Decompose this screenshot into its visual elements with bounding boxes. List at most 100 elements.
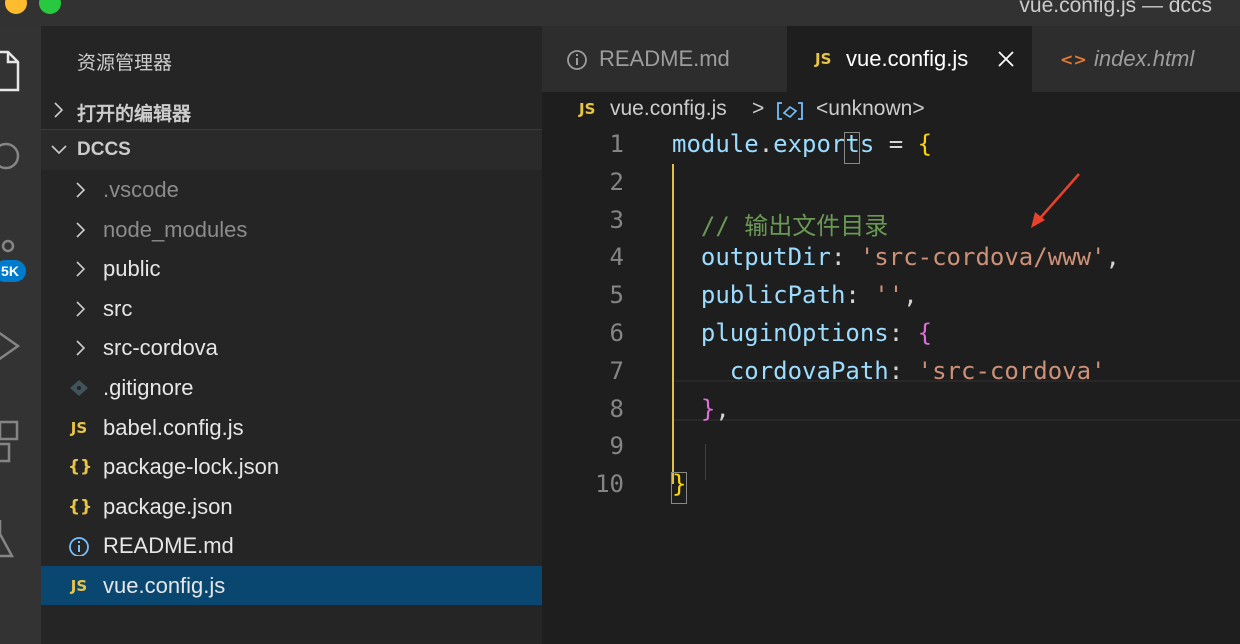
- tree-item[interactable]: src: [41, 289, 542, 328]
- tree-item-label: .vscode: [103, 177, 179, 202]
- code-token: ,: [1105, 243, 1120, 272]
- line-number: 10: [595, 470, 624, 499]
- line-number: 8: [609, 394, 624, 423]
- code-token: 'src-cordova/www': [859, 243, 1106, 272]
- js-file-icon: JS: [70, 418, 88, 437]
- bracket-match-highlight: [844, 132, 861, 164]
- search-icon[interactable]: [0, 136, 41, 176]
- dccs-folder-section[interactable]: DCCS: [41, 129, 542, 170]
- line-number: 1: [609, 130, 624, 158]
- code-token: .: [758, 130, 774, 158]
- tree-item[interactable]: JS vue.config.js: [41, 566, 542, 605]
- code-token: {: [917, 130, 933, 158]
- window-title: vue.config.js — dccs: [1019, 0, 1212, 17]
- code-line[interactable]: // 输出文件目录: [672, 206, 888, 241]
- code-line[interactable]: outputDir: 'src-cordova/www',: [672, 243, 1120, 271]
- git-icon: [70, 380, 88, 396]
- chevron-right-icon: [76, 340, 86, 356]
- breadcrumb-file[interactable]: vue.config.js: [610, 97, 727, 121]
- tree-item[interactable]: .gitignore: [41, 368, 542, 407]
- json-file-icon: {}: [68, 457, 93, 478]
- line-number: 7: [609, 356, 624, 385]
- breadcrumb: JS vue.config.js > <unknown>: [542, 92, 1240, 128]
- json-file-icon: {}: [68, 496, 93, 517]
- tree-item[interactable]: public: [41, 249, 542, 288]
- code-token: :: [888, 319, 918, 347]
- tree-item-label: package-lock.json: [103, 454, 280, 480]
- activity-bar: 5K: [0, 26, 41, 644]
- js-file-icon: JS: [579, 100, 596, 118]
- extensions-icon[interactable]: [0, 418, 41, 468]
- testing-icon[interactable]: [0, 516, 41, 566]
- code-token: // 输出文件目录: [672, 211, 889, 240]
- tab-index-html[interactable]: <> index.html: [1032, 26, 1240, 92]
- js-file-icon: JS: [815, 50, 832, 68]
- code-token: module: [672, 130, 759, 158]
- code-token: :: [830, 243, 860, 272]
- html-icon: <>: [1060, 50, 1087, 69]
- breadcrumb-separator: >: [752, 97, 765, 120]
- tree-item-label: README.md: [103, 533, 234, 559]
- code-editor[interactable]: 1 module.exports = { 2 3 // 输出文件目录 4 outputD…: [542, 128, 1240, 644]
- tree-item-label: node_modules: [103, 216, 248, 242]
- tree-item[interactable]: src-cordova: [41, 328, 542, 367]
- code-token: {: [917, 319, 933, 347]
- tree-item[interactable]: JS babel.config.js: [41, 408, 542, 447]
- minimize-window-button[interactable]: [5, 0, 27, 14]
- red-arrow-annotation: [1031, 173, 1080, 228]
- tree-item[interactable]: {} package-lock.json: [41, 447, 542, 486]
- explorer-sidebar: 资源管理器 打开的编辑器 DCCS .vscode node_modulespub…: [41, 26, 542, 644]
- code-token: cordovaPath: [672, 356, 889, 385]
- chevron-right-icon: [76, 261, 86, 277]
- line-number: 9: [609, 432, 624, 461]
- tree-item[interactable]: node_modules: [41, 210, 542, 249]
- tab-vue-config[interactable]: JS vue.config.js: [787, 26, 1032, 92]
- title-bar: vue.config.js — dccs: [0, 0, 1240, 26]
- tree-item-label: public: [103, 256, 161, 282]
- line-number: 2: [609, 167, 624, 196]
- code-token: =: [874, 130, 918, 158]
- explorer-icon[interactable]: [0, 46, 41, 96]
- line-number: 5: [609, 281, 624, 310]
- code-token: }: [700, 394, 716, 423]
- chevron-down-icon: [51, 145, 67, 155]
- close-icon[interactable]: [997, 50, 1015, 68]
- open-editors-section[interactable]: 打开的编辑器: [41, 90, 542, 130]
- info-icon: [69, 537, 89, 557]
- maximize-window-button[interactable]: [39, 0, 61, 14]
- tree-item[interactable]: README.md: [41, 526, 542, 565]
- indent-guide: [705, 444, 706, 480]
- code-token: pluginOptions: [672, 319, 889, 347]
- editor-area: README.md JS vue.config.js <> index.html…: [542, 26, 1240, 644]
- code-line[interactable]: module.exports = {: [672, 130, 932, 158]
- line-number: 4: [609, 243, 624, 272]
- source-control-badge: 5K: [0, 260, 26, 282]
- line-number: 6: [609, 319, 624, 347]
- code-token: ,: [903, 281, 918, 310]
- code-line[interactable]: },: [672, 395, 730, 423]
- symbol-variable-icon: [777, 102, 803, 120]
- tree-item-label: vue.config.js: [103, 573, 226, 598]
- chevron-right-icon: [76, 182, 86, 198]
- tree-item-label: src: [103, 295, 133, 321]
- code-token: publicPath: [672, 281, 846, 310]
- current-line-highlight: [672, 380, 1240, 421]
- code-line[interactable]: publicPath: '',: [672, 281, 918, 309]
- tree-item[interactable]: .vscode: [41, 170, 542, 209]
- chevron-right-icon: [76, 301, 86, 317]
- tree-item[interactable]: {} package.json: [41, 487, 542, 526]
- code-token: :: [845, 281, 875, 310]
- code-token: :: [888, 356, 918, 385]
- tree-item-label: package.json: [103, 493, 233, 519]
- code-token: 'src-cordova': [917, 356, 1106, 385]
- code-line[interactable]: pluginOptions: {: [672, 319, 932, 347]
- tab-readme[interactable]: README.md: [542, 26, 787, 92]
- line-number: 3: [609, 205, 624, 234]
- chevron-right-icon: [76, 222, 86, 238]
- breadcrumb-symbol[interactable]: <unknown>: [816, 97, 925, 121]
- code-line[interactable]: cordovaPath: 'src-cordova': [672, 357, 1106, 385]
- explorer-title: 资源管理器: [77, 53, 173, 74]
- tree-item-label: babel.config.js: [103, 414, 244, 440]
- run-debug-icon[interactable]: [0, 326, 41, 366]
